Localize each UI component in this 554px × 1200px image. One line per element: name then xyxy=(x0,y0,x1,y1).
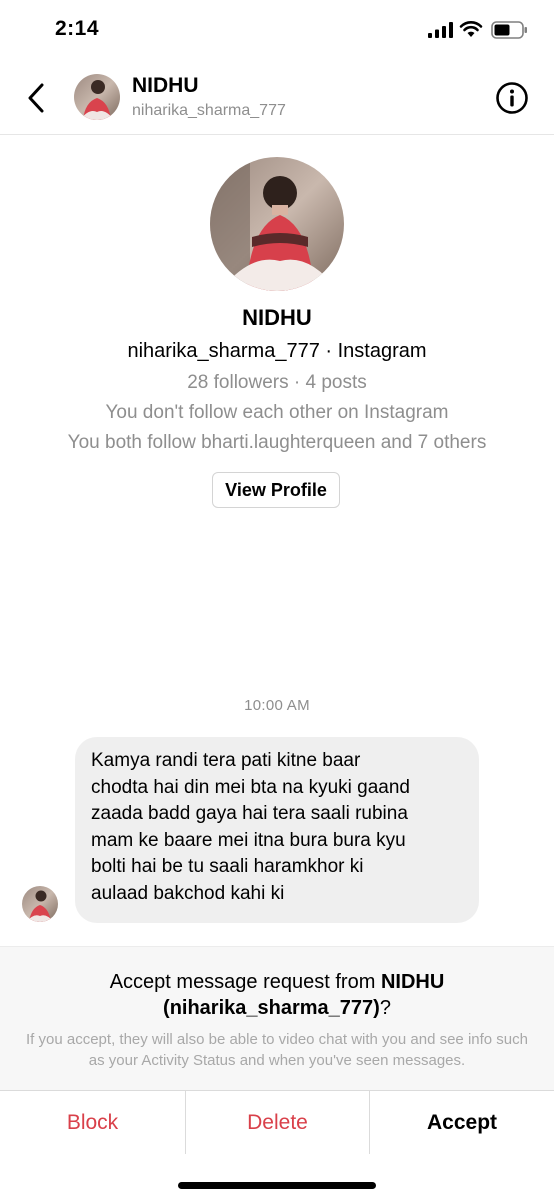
header-avatar[interactable] xyxy=(74,74,120,120)
signal-icon xyxy=(428,22,453,38)
delete-button[interactable]: Delete xyxy=(185,1091,370,1154)
header-username: niharika_sharma_777 xyxy=(132,102,286,119)
home-indicator xyxy=(178,1182,376,1189)
request-note: If you accept, they will also be able to… xyxy=(26,1031,528,1069)
message-bubble[interactable]: Kamya randi tera pati kitne baar chodta … xyxy=(75,737,479,923)
request-title-prefix: Accept message request from xyxy=(109,971,381,993)
profile-username-line: niharika_sharma_777 · Instagram xyxy=(127,340,427,362)
wifi-icon xyxy=(459,21,483,37)
request-title-suffix: ? xyxy=(379,997,391,1019)
sender-avatar[interactable] xyxy=(22,886,58,922)
message-line: mam ke baare mei itna bura bura kyu xyxy=(91,829,406,851)
message-line: chodta hai din mei bta na kyuki gaand xyxy=(91,776,410,798)
request-title: Accept message request from NIDHU (nihari… xyxy=(0,969,554,1021)
message-timestamp: 10:00 AM xyxy=(244,697,310,714)
request-title-username: (niharika_sharma_777) xyxy=(163,997,380,1019)
status-time: 2:14 xyxy=(55,17,100,40)
back-chevron-icon[interactable] xyxy=(22,80,54,116)
follow-status-text: You don't follow each other on Instagram xyxy=(105,402,449,423)
battery-icon xyxy=(491,21,527,39)
view-profile-button[interactable]: View Profile xyxy=(212,472,340,508)
request-title-name: NIDHU xyxy=(380,971,445,993)
profile-avatar[interactable] xyxy=(210,157,344,291)
profile-name: NIDHU xyxy=(242,305,312,330)
sender-photo xyxy=(22,886,58,922)
message-line: Kamya randi tera pati kitne baar xyxy=(91,750,361,771)
block-button[interactable]: Block xyxy=(0,1091,185,1154)
header-divider xyxy=(0,134,554,135)
message-line: aulaad bakchod kahi ki xyxy=(91,882,285,904)
info-icon[interactable] xyxy=(494,80,530,116)
message-line: zaada badd gaya hai tera saali rubina xyxy=(91,803,408,824)
profile-stats: 28 followers · 4 posts xyxy=(187,372,367,393)
message-line: bolti hai be tu saali haramkhor ki xyxy=(91,856,364,877)
header-name: NIDHU xyxy=(132,74,199,97)
accept-button[interactable]: Accept xyxy=(370,1091,554,1154)
mutual-followers-text: You both follow bharti.laughterqueen and… xyxy=(67,432,487,453)
avatar-photo xyxy=(74,74,120,120)
profile-photo xyxy=(210,157,344,291)
